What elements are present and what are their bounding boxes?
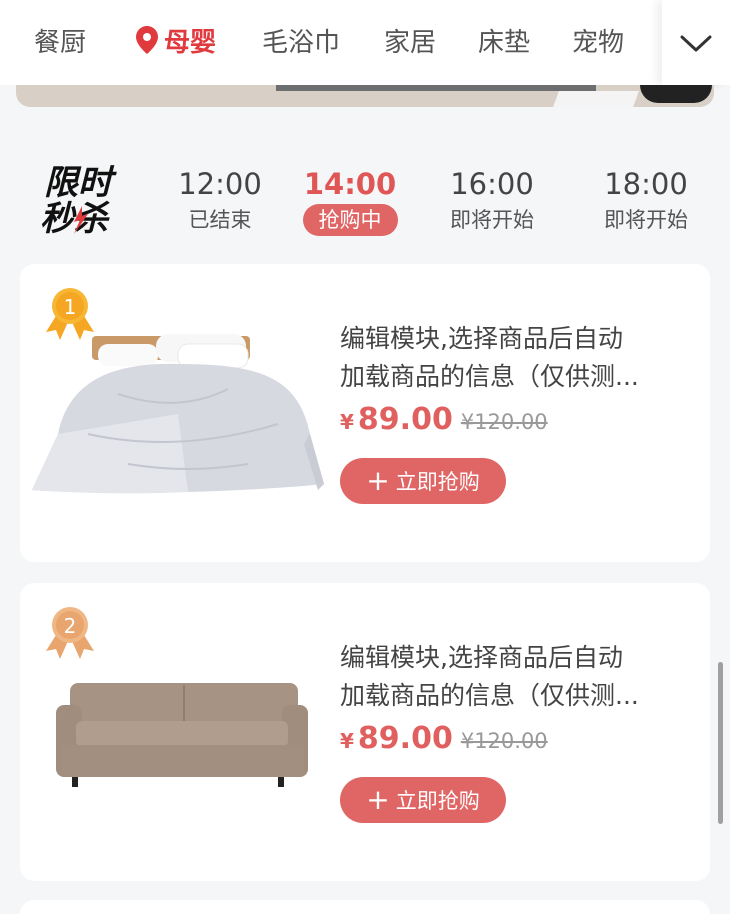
- slot-state: 即将开始: [604, 208, 688, 232]
- product-title[interactable]: 编辑模块,选择商品后自动 加载商品的信息（仅供测...: [340, 320, 680, 396]
- buy-now-button[interactable]: + 立即抢购: [340, 777, 506, 823]
- slot-state: 即将开始: [450, 208, 534, 232]
- currency-symbol: ¥: [340, 729, 354, 753]
- sofa-image[interactable]: [28, 633, 324, 833]
- product-title[interactable]: 编辑模块,选择商品后自动 加载商品的信息（仅供测...: [340, 639, 680, 715]
- svg-text:秒杀: 秒杀: [40, 199, 110, 236]
- duvet-bed-image[interactable]: [28, 314, 324, 514]
- product-card-partial[interactable]: [20, 900, 710, 914]
- category-tab-label: 母婴: [164, 28, 217, 58]
- buy-now-label: 立即抢购: [395, 789, 480, 813]
- currency-symbol: ¥: [340, 410, 354, 434]
- category-tab-maoyujin[interactable]: 毛浴巾: [262, 24, 340, 62]
- time-slot-1800[interactable]: 18:00 即将开始: [576, 164, 716, 236]
- category-tab-canchu[interactable]: 餐厨: [34, 24, 86, 62]
- slot-time: 18:00: [604, 167, 688, 201]
- category-tab-jiaju[interactable]: 家居: [384, 24, 436, 62]
- slot-time: 16:00: [450, 167, 534, 201]
- slot-time: 12:00: [178, 167, 262, 201]
- slot-state: 已结束: [188, 208, 252, 232]
- svg-text:限时: 限时: [44, 163, 117, 203]
- product-card[interactable]: 1 编辑模块,选择商品后自动 加载商品的信息（仅供测... ¥ 89.00 ¥1…: [20, 264, 710, 562]
- original-price: ¥120.00: [460, 410, 548, 434]
- banner-image[interactable]: [16, 85, 714, 107]
- plus-icon: +: [366, 464, 390, 497]
- sale-price: 89.00: [357, 402, 453, 437]
- buy-now-button[interactable]: + 立即抢购: [340, 458, 506, 504]
- original-price: ¥120.00: [460, 729, 548, 753]
- location-pin-icon: [136, 26, 158, 54]
- price-row: ¥ 89.00 ¥120.00: [340, 402, 548, 437]
- slot-state-badge: 抢购中: [302, 204, 398, 236]
- category-tab-muying[interactable]: 母婴: [136, 24, 216, 62]
- price-row: ¥ 89.00 ¥120.00: [340, 721, 548, 756]
- more-categories-button[interactable]: [662, 0, 730, 85]
- time-slot-1400[interactable]: 14:00 抢购中: [280, 164, 420, 236]
- time-slot-1600[interactable]: 16:00 即将开始: [422, 164, 562, 236]
- time-slot-1200[interactable]: 12:00 已结束: [150, 164, 290, 236]
- banner-rug: [276, 85, 596, 91]
- scrollbar[interactable]: [718, 662, 723, 824]
- product-card[interactable]: 2 编辑模块,选择商品后自动 加载商品的信息（仅供测... ¥ 89.00 ¥1…: [20, 583, 710, 881]
- category-tab-chuangdian[interactable]: 床垫: [478, 24, 530, 62]
- category-tab-chongwu[interactable]: 宠物: [572, 24, 624, 62]
- banner-robot-vacuum: [640, 85, 712, 103]
- flash-sale-logo: 限时 秒杀: [40, 163, 117, 236]
- sale-price: 89.00: [357, 721, 453, 756]
- banner-magazine: [553, 91, 639, 107]
- flash-sale-header: 限时 秒杀 12:00 已结束 14:00 抢购中 16:00 即将开始 18:…: [0, 140, 730, 250]
- chevron-down-icon: [680, 35, 712, 51]
- category-nav: 餐厨 母婴 毛浴巾 家居 床垫 宠物: [0, 0, 730, 85]
- slot-time: 14:00: [303, 167, 397, 201]
- buy-now-label: 立即抢购: [395, 470, 480, 494]
- plus-icon: +: [366, 783, 390, 816]
